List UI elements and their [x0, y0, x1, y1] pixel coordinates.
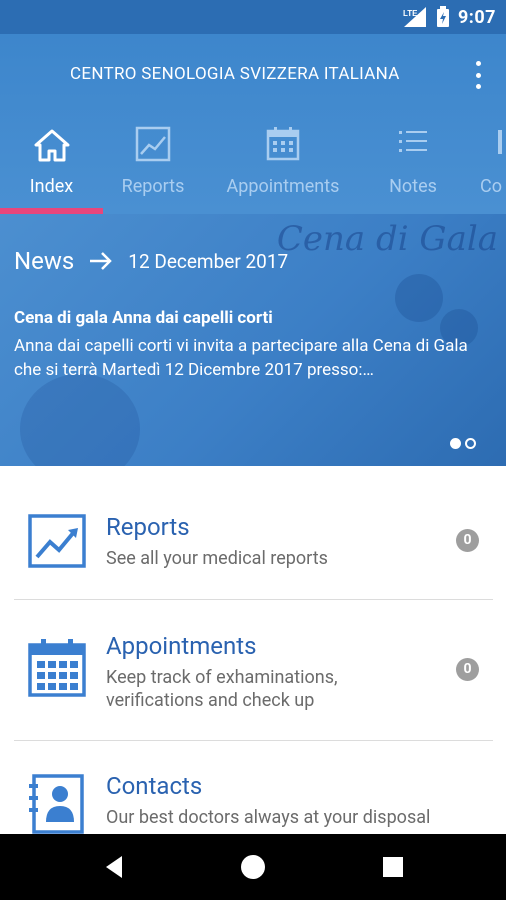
overflow-menu-icon: [475, 61, 481, 66]
divider: [14, 740, 493, 741]
arrow-right-icon: [90, 252, 113, 270]
contacts-icon: [498, 130, 502, 154]
news-date: 12 December 2017: [128, 249, 289, 273]
tab-index[interactable]: Index: [0, 120, 103, 214]
carousel-indicator: [450, 438, 476, 449]
calendar-icon: [266, 127, 300, 161]
tab-label: Notes: [389, 176, 437, 197]
ornament-decoration: [395, 274, 443, 322]
clock: 9:07: [457, 6, 496, 28]
list-item-reports[interactable]: Reports See all your medical reports 0: [14, 500, 493, 600]
tab-bar: Index Reports Appointments Notes Co: [0, 120, 506, 214]
tab-label: Index: [29, 176, 74, 197]
recents-icon[interactable]: [378, 852, 408, 882]
section-description: Keep track of exhaminations, verificatio…: [106, 667, 338, 711]
battery-charging-icon: [436, 6, 449, 27]
svg-text:LTE: LTE: [403, 9, 418, 18]
home-icon: [34, 129, 69, 162]
news-header: News 12 December 2017: [14, 247, 288, 275]
ornament-decoration: [20, 374, 140, 466]
system-nav-bar: [0, 834, 506, 900]
count-badge: 0: [456, 529, 479, 552]
overflow-menu-button[interactable]: [468, 61, 488, 89]
contacts-book-icon: [29, 774, 84, 834]
section-title: Reports: [106, 513, 190, 541]
status-icons: LTE 9:07: [402, 0, 496, 34]
section-description: See all your medical reports: [106, 548, 328, 569]
news-background-image-text: Cena di Gala: [276, 219, 498, 259]
tab-reports[interactable]: Reports: [103, 120, 203, 214]
carousel-dot[interactable]: [465, 438, 476, 449]
chart-icon: [135, 126, 171, 162]
carousel-dot-active[interactable]: [450, 438, 461, 449]
section-title: Appointments: [106, 632, 257, 660]
chart-icon: [28, 514, 86, 568]
tab-notes[interactable]: Notes: [363, 120, 463, 214]
signal-icon: LTE: [403, 7, 426, 27]
list-icon: [399, 131, 427, 152]
tab-label: Appointments: [226, 176, 340, 197]
section-list: Reports See all your medical reports 0 A…: [0, 466, 506, 834]
calendar-icon: [28, 639, 86, 697]
tab-appointments[interactable]: Appointments: [203, 120, 363, 214]
home-circle-icon[interactable]: [238, 852, 268, 882]
tab-contacts[interactable]: Co: [463, 120, 506, 214]
divider: [14, 599, 493, 600]
count-badge: 0: [456, 658, 479, 681]
news-carousel[interactable]: Cena di Gala News 12 December 2017 Cena …: [0, 214, 506, 466]
back-icon[interactable]: [100, 852, 130, 882]
news-label: News: [14, 247, 75, 275]
list-item-contacts[interactable]: Contacts Our best doctors always at your…: [14, 756, 493, 834]
status-bar: LTE 9:07: [0, 0, 506, 34]
tab-label: Co: [480, 176, 502, 197]
app-title: CENTRO SENOLOGIA SVIZZERA ITALIANA: [70, 64, 400, 84]
section-description: Our best doctors always at your disposal: [106, 807, 431, 828]
news-body: Anna dai capelli corti vi invita a parte…: [14, 336, 468, 380]
section-title: Contacts: [106, 772, 203, 800]
news-title: Cena di gala Anna dai capelli corti: [14, 308, 273, 328]
tab-label: Reports: [121, 176, 185, 197]
list-item-appointments[interactable]: Appointments Keep track of exhaminations…: [14, 616, 493, 736]
